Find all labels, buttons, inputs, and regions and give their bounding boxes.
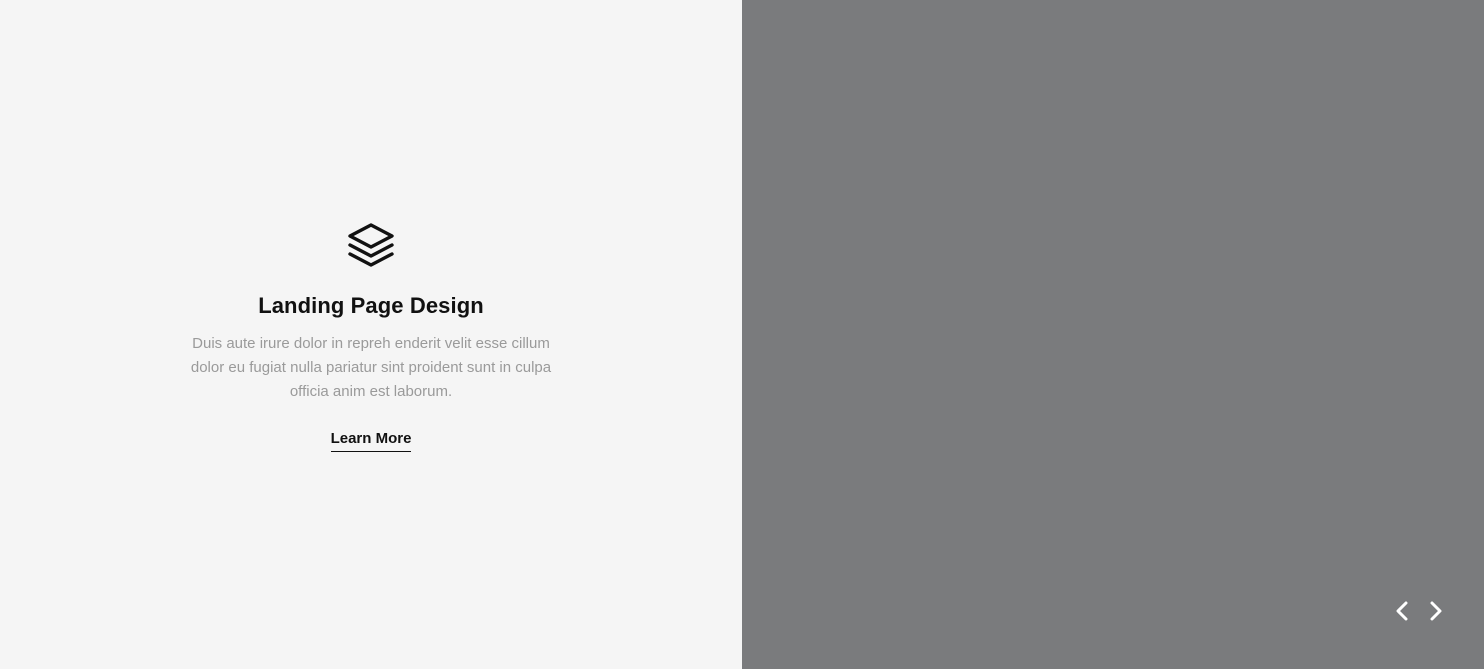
image-panel xyxy=(742,0,1484,669)
previous-slide-button[interactable] xyxy=(1392,598,1412,624)
slider-navigation xyxy=(1392,598,1446,624)
next-slide-button[interactable] xyxy=(1426,598,1446,624)
chevron-right-icon xyxy=(1430,601,1442,621)
chevron-left-icon xyxy=(1396,601,1408,621)
feature-content: Landing Page Design Duis aute irure dolo… xyxy=(0,222,742,452)
feature-panel: Landing Page Design Duis aute irure dolo… xyxy=(0,0,742,669)
learn-more-link[interactable]: Learn More xyxy=(330,430,412,452)
layers-icon xyxy=(348,223,394,267)
page: Landing Page Design Duis aute irure dolo… xyxy=(0,0,1484,669)
feature-title: Landing Page Design xyxy=(258,293,484,318)
feature-description: Duis aute irure dolor in repreh enderit … xyxy=(190,335,552,400)
